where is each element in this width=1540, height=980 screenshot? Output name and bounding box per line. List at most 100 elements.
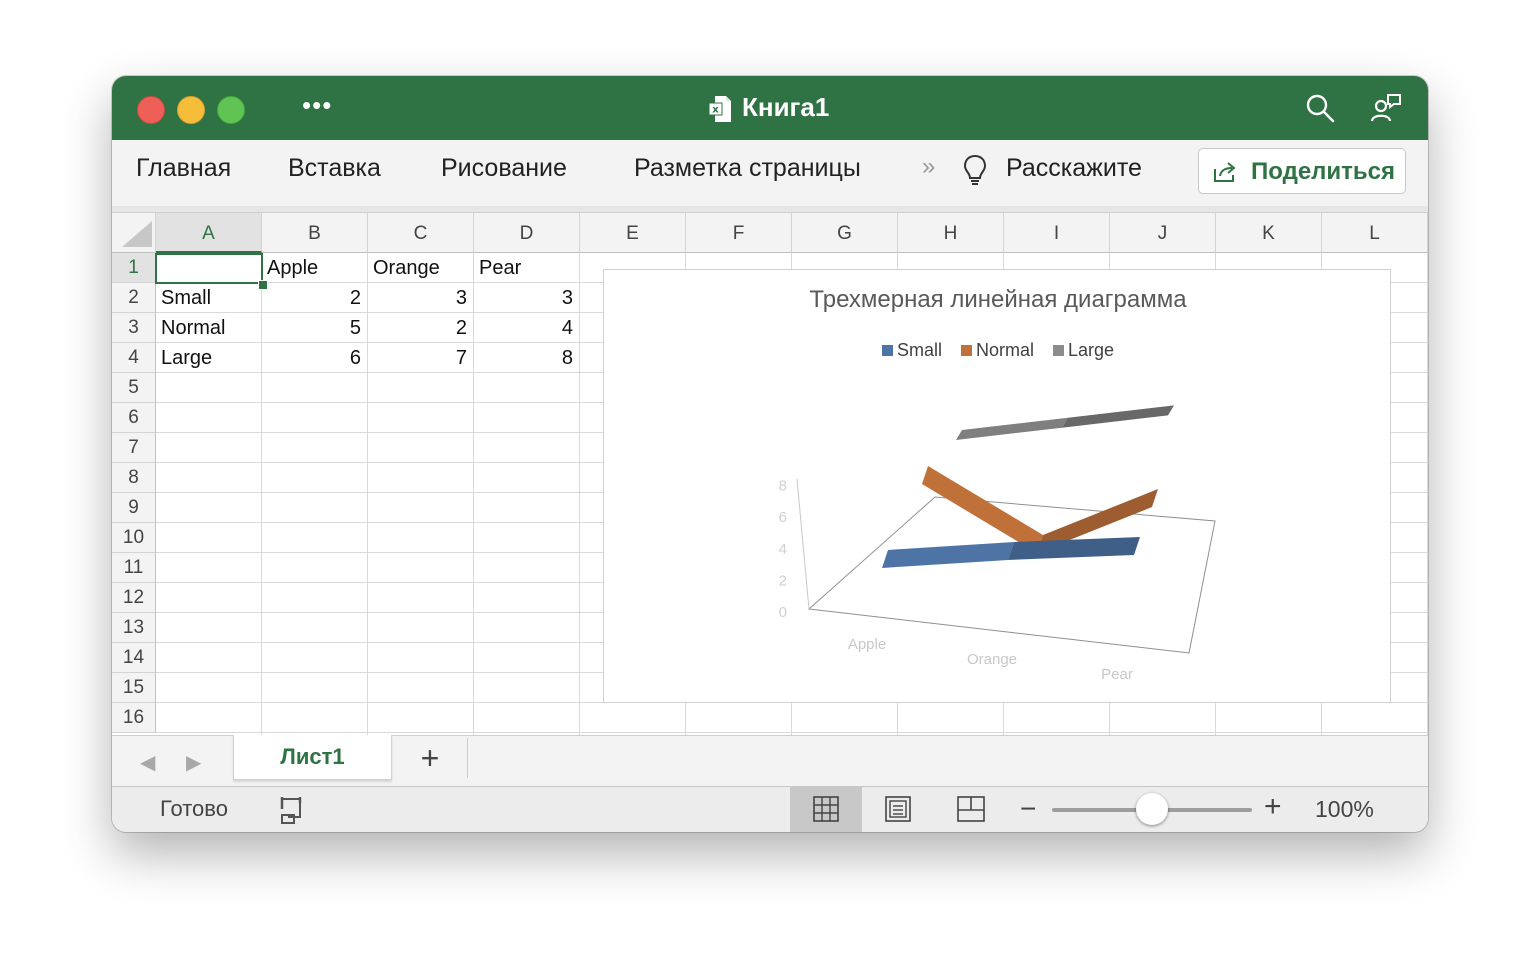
add-sheet-button[interactable]: + bbox=[412, 738, 448, 778]
selected-cell-border bbox=[155, 253, 263, 284]
tab-separator bbox=[467, 738, 468, 778]
page-break-view-button[interactable] bbox=[934, 787, 1006, 832]
sheet-tab-bar: ◀ ▶ Лист1 + bbox=[112, 735, 1428, 787]
cell-c1[interactable]: Orange bbox=[373, 253, 440, 282]
cell-d1[interactable]: Pear bbox=[479, 253, 521, 282]
cell-c4[interactable]: 7 bbox=[368, 343, 467, 372]
chart-plot-area: 0 2 4 6 8 Apple Orange Pear bbox=[779, 405, 1216, 683]
row-header-11[interactable]: 11 bbox=[112, 553, 156, 583]
spreadsheet-grid[interactable]: ABCDEFGHIJKL 1 2 3 4 5 6 7 8 9 10 11 12 13 14 15 16 App… bbox=[112, 213, 1428, 735]
column-header-c[interactable]: C bbox=[368, 213, 474, 253]
series-normal-segment bbox=[922, 466, 1043, 553]
row-header-15[interactable]: 15 bbox=[112, 673, 156, 703]
column-header-i[interactable]: I bbox=[1004, 213, 1110, 253]
column-header-h[interactable]: H bbox=[898, 213, 1004, 253]
cell-d3[interactable]: 4 bbox=[474, 313, 573, 342]
more-icon[interactable]: ••• bbox=[302, 90, 332, 121]
y-tick-label: 8 bbox=[779, 478, 787, 495]
cell-c2[interactable]: 3 bbox=[368, 283, 467, 312]
minimize-window-button[interactable] bbox=[177, 96, 205, 124]
cell-c3[interactable]: 2 bbox=[368, 313, 467, 342]
tab-draw[interactable]: Рисование bbox=[441, 154, 567, 183]
title-bar: ••• x Книга1 bbox=[112, 76, 1428, 140]
column-header-a[interactable]: A bbox=[156, 213, 262, 253]
column-header-l[interactable]: L bbox=[1322, 213, 1428, 253]
row-header-7[interactable]: 7 bbox=[112, 433, 156, 463]
row-header-6[interactable]: 6 bbox=[112, 403, 156, 433]
y-tick-label: 2 bbox=[779, 572, 787, 589]
next-sheet-icon[interactable]: ▶ bbox=[186, 750, 201, 775]
chart-y-axis-line bbox=[796, 478, 810, 610]
cell-d2[interactable]: 3 bbox=[474, 283, 573, 312]
row-header-8[interactable]: 8 bbox=[112, 463, 156, 493]
column-header-g[interactable]: G bbox=[792, 213, 898, 253]
row-header-16[interactable]: 16 bbox=[112, 703, 156, 733]
status-bar: Готово − + 100% bbox=[112, 787, 1428, 832]
share-button[interactable]: Поделиться bbox=[1198, 148, 1406, 194]
page-layout-icon bbox=[885, 796, 911, 822]
tell-me-field[interactable]: Расскажите bbox=[1006, 154, 1142, 183]
row-header-4[interactable]: 4 bbox=[112, 343, 156, 373]
column-header-k[interactable]: K bbox=[1216, 213, 1322, 253]
cell-b2[interactable]: 2 bbox=[262, 283, 361, 312]
ribbon: Главная Вставка Рисование Разметка стран… bbox=[112, 140, 1428, 207]
x-tick-label: Apple bbox=[848, 636, 886, 653]
y-tick-label: 4 bbox=[779, 541, 787, 558]
zoom-in-button[interactable]: + bbox=[1264, 790, 1282, 824]
window-title: Книга1 bbox=[742, 92, 830, 122]
column-header-f[interactable]: F bbox=[686, 213, 792, 253]
normal-view-button[interactable] bbox=[790, 787, 862, 832]
row-header-9[interactable]: 9 bbox=[112, 493, 156, 523]
cell-a4[interactable]: Large bbox=[161, 343, 212, 372]
collaborate-icon[interactable] bbox=[1370, 92, 1402, 124]
cell-a3[interactable]: Normal bbox=[161, 313, 225, 342]
svg-text:x: x bbox=[712, 105, 719, 116]
cell-b3[interactable]: 5 bbox=[262, 313, 361, 342]
grid-column-line bbox=[1427, 253, 1428, 735]
zoom-window-button[interactable] bbox=[217, 96, 245, 124]
more-tabs-icon[interactable]: » bbox=[922, 153, 935, 181]
tab-home[interactable]: Главная bbox=[136, 154, 231, 183]
series-small-segment bbox=[882, 542, 1014, 568]
cell-b1[interactable]: Apple bbox=[267, 253, 318, 282]
tab-page-layout[interactable]: Разметка страницы bbox=[634, 154, 861, 183]
share-label: Поделиться bbox=[1251, 158, 1396, 185]
series-large-segment bbox=[1062, 405, 1174, 428]
cell-a2[interactable]: Small bbox=[161, 283, 211, 312]
status-ready: Готово bbox=[160, 796, 228, 821]
row-header-12[interactable]: 12 bbox=[112, 583, 156, 613]
row-header-3[interactable]: 3 bbox=[112, 313, 156, 343]
row-header-10[interactable]: 10 bbox=[112, 523, 156, 553]
prev-sheet-icon[interactable]: ◀ bbox=[140, 750, 155, 775]
accessibility-check-icon[interactable] bbox=[278, 795, 310, 825]
column-header-b[interactable]: B bbox=[262, 213, 368, 253]
zoom-level[interactable]: 100% bbox=[1315, 796, 1374, 823]
grid-column-line bbox=[579, 253, 580, 735]
excel-doc-icon: x bbox=[708, 96, 731, 122]
zoom-out-button[interactable]: − bbox=[1020, 793, 1036, 825]
grid-view-icon bbox=[813, 796, 839, 822]
grid-row-line bbox=[156, 732, 1428, 733]
chart[interactable]: Трехмерная линейная диаграмма Small Norm… bbox=[603, 269, 1391, 703]
cell-b4[interactable]: 6 bbox=[262, 343, 361, 372]
x-tick-label: Pear bbox=[1101, 666, 1133, 683]
close-window-button[interactable] bbox=[137, 96, 165, 124]
search-icon[interactable] bbox=[1304, 92, 1336, 124]
column-header-j[interactable]: J bbox=[1110, 213, 1216, 253]
row-header-13[interactable]: 13 bbox=[112, 613, 156, 643]
select-all-button[interactable] bbox=[112, 213, 156, 253]
tab-insert[interactable]: Вставка bbox=[288, 154, 381, 183]
cell-d4[interactable]: 8 bbox=[474, 343, 573, 372]
sheet-tab-active[interactable]: Лист1 bbox=[233, 735, 392, 780]
page-layout-view-button[interactable] bbox=[862, 787, 934, 832]
x-tick-label: Orange bbox=[967, 651, 1017, 668]
column-header-d[interactable]: D bbox=[474, 213, 580, 253]
row-header-14[interactable]: 14 bbox=[112, 643, 156, 673]
column-header-e[interactable]: E bbox=[580, 213, 686, 253]
y-tick-label: 0 bbox=[779, 604, 787, 621]
zoom-slider-thumb[interactable] bbox=[1136, 793, 1168, 825]
row-header-1[interactable]: 1 bbox=[112, 253, 156, 283]
row-header-2[interactable]: 2 bbox=[112, 283, 156, 313]
fill-handle[interactable] bbox=[258, 280, 268, 290]
row-header-5[interactable]: 5 bbox=[112, 373, 156, 403]
